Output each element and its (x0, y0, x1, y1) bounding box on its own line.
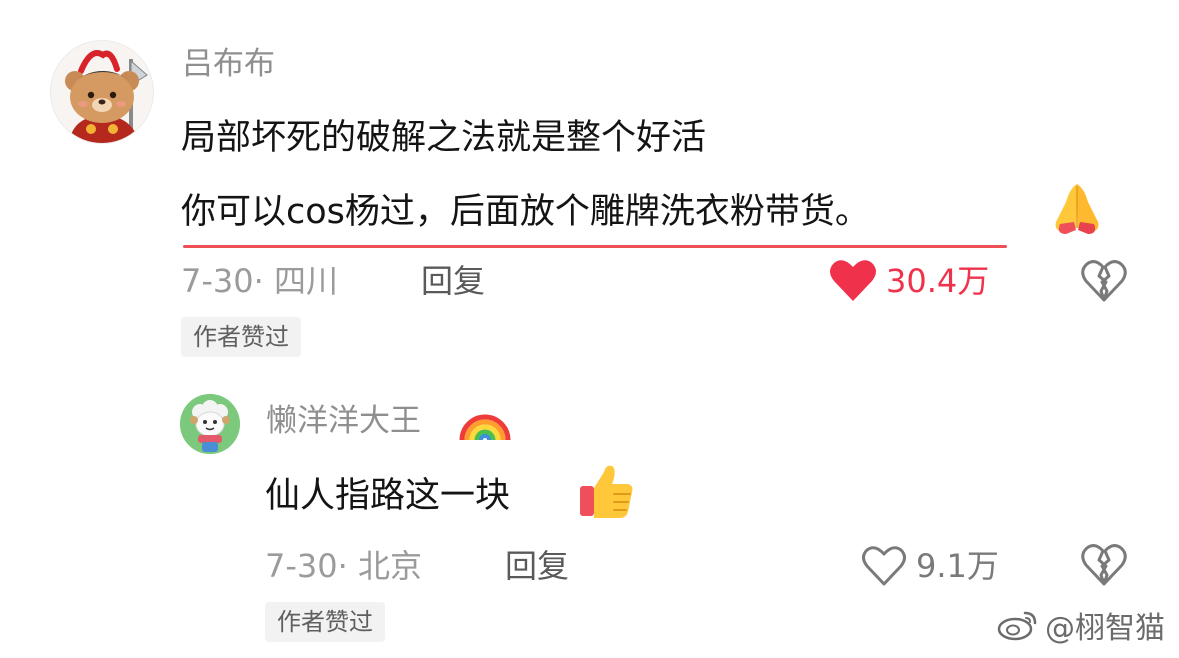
reply-user-avatar[interactable] (180, 394, 240, 454)
sheep-avatar-illustration (180, 394, 240, 454)
heart-outline-icon (862, 546, 906, 586)
dislike-button[interactable] (1080, 258, 1128, 304)
like-count: 30.4万 (886, 262, 990, 300)
comment-date-location: 7-30· 四川 (181, 262, 338, 300)
reply-author-liked-badge: 作者赞过 (265, 602, 385, 642)
bear-avatar-illustration (65, 50, 148, 143)
reply-text-content: 仙人指路这一块 (265, 476, 511, 516)
reply-like-count: 9.1万 (916, 547, 999, 585)
reply-date-location: 7-30· 北京 (265, 547, 422, 585)
watermark-prefix: @ (1045, 610, 1075, 646)
reply-text: 仙人指路这一块 (265, 474, 510, 518)
broken-heart-icon (1081, 544, 1127, 586)
reply-username-text: 懒洋洋大王 (266, 403, 421, 439)
folded-hands-emoji (1046, 178, 1108, 236)
rainbow-emoji (458, 394, 512, 442)
user-avatar[interactable] (50, 40, 154, 144)
comment-text-line-2-text: 你可以cos杨过，后面放个雕牌洗衣粉带货。 (181, 192, 870, 232)
like-button[interactable] (828, 257, 878, 303)
author-liked-badge: 作者赞过 (181, 317, 301, 357)
comment-username[interactable]: 吕布布 (182, 46, 275, 82)
heart-filled-icon (830, 260, 876, 301)
thumbs-up-emoji (576, 460, 636, 520)
comment-text-line-2: 你可以cos杨过，后面放个雕牌洗衣粉带货。 (181, 190, 870, 234)
weibo-logo-icon (997, 607, 1039, 650)
reply-username[interactable]: 懒洋洋大王 (266, 403, 421, 439)
watermark: @ 栩智猫 (997, 607, 1165, 650)
broken-heart-icon (1081, 260, 1127, 302)
reply-reply-button[interactable]: 回复 (505, 548, 569, 584)
highlight-underline (183, 245, 1007, 248)
reply-button[interactable]: 回复 (421, 263, 485, 299)
reply-dislike-button[interactable] (1080, 542, 1128, 588)
watermark-name: 栩智猫 (1075, 610, 1165, 646)
reply-like-button[interactable] (860, 544, 908, 588)
comment-text-line-1: 局部坏死的破解之法就是整个好活 (181, 118, 707, 158)
